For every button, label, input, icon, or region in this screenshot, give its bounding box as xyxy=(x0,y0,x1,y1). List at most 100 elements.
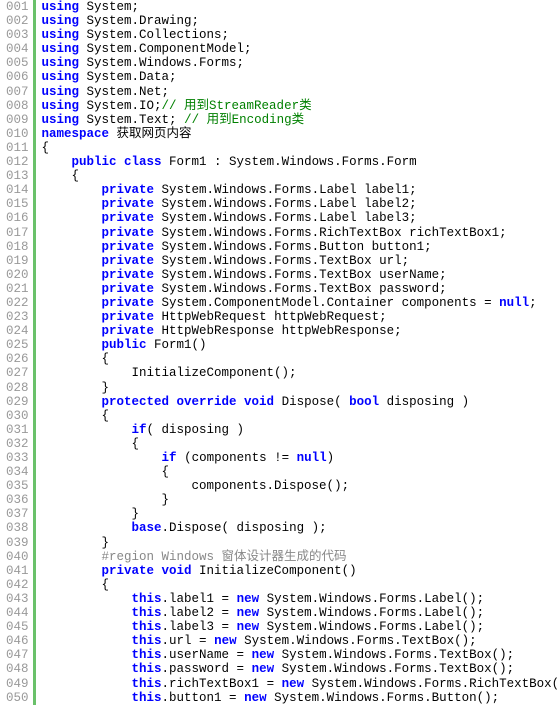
code-text xyxy=(42,592,132,606)
line-number: 013 xyxy=(6,169,29,183)
code-line: #region Windows 窗体设计器生成的代码 xyxy=(42,550,557,564)
keyword: private xyxy=(102,183,155,197)
code-line: private System.Windows.Forms.TextBox use… xyxy=(42,268,557,282)
code-text xyxy=(42,550,102,564)
keyword: using xyxy=(42,14,80,28)
line-number: 031 xyxy=(6,423,29,437)
code-line: namespace 获取网页内容 xyxy=(42,127,557,141)
code-text: { xyxy=(42,578,110,592)
keyword: private xyxy=(102,240,155,254)
keyword: this xyxy=(132,606,162,620)
code-line: using System.Text; // 用到Encoding类 xyxy=(42,113,557,127)
line-number: 034 xyxy=(6,465,29,479)
code-text: System.ComponentModel; xyxy=(79,42,252,56)
code-line: using System; xyxy=(42,0,557,14)
code-text: System.Windows.Forms.Button(); xyxy=(267,691,500,705)
code-line: private void InitializeComponent() xyxy=(42,564,557,578)
code-area: using System;using System.Drawing;using … xyxy=(36,0,557,705)
keyword: private xyxy=(102,282,155,296)
code-text: System; xyxy=(79,0,139,14)
keyword: protected override void xyxy=(102,395,275,409)
code-text: System.Windows.Forms.Label(); xyxy=(259,620,484,634)
line-number: 019 xyxy=(6,254,29,268)
code-line: this.label1 = new System.Windows.Forms.L… xyxy=(42,592,557,606)
line-number: 010 xyxy=(6,127,29,141)
code-line: private System.Windows.Forms.Label label… xyxy=(42,197,557,211)
code-line: } xyxy=(42,507,557,521)
keyword: new xyxy=(282,677,305,691)
keyword: this xyxy=(132,691,162,705)
code-text: System.Windows.Forms.Label label1; xyxy=(154,183,417,197)
code-text: { xyxy=(42,465,170,479)
code-line: private System.Windows.Forms.Label label… xyxy=(42,183,557,197)
code-line: } xyxy=(42,493,557,507)
code-text: System.Windows.Forms.RichTextBox richTex… xyxy=(154,226,507,240)
code-text: ) xyxy=(327,451,335,465)
code-text: Dispose( xyxy=(274,395,349,409)
code-line: { xyxy=(42,409,557,423)
code-text: disposing ) xyxy=(379,395,469,409)
code-text: .url = xyxy=(162,634,215,648)
code-line: { xyxy=(42,141,557,155)
keyword: new xyxy=(237,606,260,620)
keyword: using xyxy=(42,99,80,113)
code-text: Form1() xyxy=(147,338,207,352)
line-number: 026 xyxy=(6,352,29,366)
code-text: { xyxy=(42,141,50,155)
code-text: System.Windows.Forms.TextBox(); xyxy=(237,634,477,648)
line-number: 022 xyxy=(6,296,29,310)
code-text xyxy=(42,310,102,324)
keyword: using xyxy=(42,113,80,127)
code-text: (components != xyxy=(177,451,297,465)
code-text: System.Drawing; xyxy=(79,14,199,28)
code-text: Form1 : System.Windows.Forms.Form xyxy=(162,155,417,169)
line-number: 048 xyxy=(6,662,29,676)
line-number: 015 xyxy=(6,197,29,211)
code-text xyxy=(42,254,102,268)
code-line: using System.ComponentModel; xyxy=(42,42,557,56)
line-number: 003 xyxy=(6,28,29,42)
code-line: this.password = new System.Windows.Forms… xyxy=(42,662,557,676)
code-text xyxy=(42,620,132,634)
code-line: public Form1() xyxy=(42,338,557,352)
line-number: 045 xyxy=(6,620,29,634)
line-number: 014 xyxy=(6,183,29,197)
line-number: 039 xyxy=(6,536,29,550)
line-number: 016 xyxy=(6,211,29,225)
code-text xyxy=(42,648,132,662)
code-line: using System.Windows.Forms; xyxy=(42,56,557,70)
code-text: .Dispose( disposing ); xyxy=(162,521,327,535)
line-number: 001 xyxy=(6,0,29,14)
keyword: null xyxy=(499,296,529,310)
keyword: new xyxy=(237,620,260,634)
code-line: this.userName = new System.Windows.Forms… xyxy=(42,648,557,662)
line-number: 047 xyxy=(6,648,29,662)
code-line: base.Dispose( disposing ); xyxy=(42,521,557,535)
line-number: 038 xyxy=(6,521,29,535)
keyword: using xyxy=(42,85,80,99)
keyword: private void xyxy=(102,564,192,578)
code-text xyxy=(42,634,132,648)
line-number: 009 xyxy=(6,113,29,127)
keyword: null xyxy=(297,451,327,465)
code-text xyxy=(42,211,102,225)
keyword: this xyxy=(132,662,162,676)
keyword: base xyxy=(132,521,162,535)
keyword: new xyxy=(214,634,237,648)
code-text: System.Data; xyxy=(79,70,177,84)
code-line: if (components != null) xyxy=(42,451,557,465)
keyword: private xyxy=(102,254,155,268)
line-number: 024 xyxy=(6,324,29,338)
code-text: HttpWebResponse httpWebResponse; xyxy=(154,324,402,338)
code-text: System.ComponentModel.Container componen… xyxy=(154,296,499,310)
code-text xyxy=(42,521,132,535)
code-text: System.Collections; xyxy=(79,28,229,42)
code-text xyxy=(42,296,102,310)
keyword: using xyxy=(42,0,80,14)
line-number: 040 xyxy=(6,550,29,564)
code-text xyxy=(42,395,102,409)
code-line: protected override void Dispose( bool di… xyxy=(42,395,557,409)
code-text: System.Windows.Forms.Label(); xyxy=(259,606,484,620)
keyword: private xyxy=(102,211,155,225)
code-line: } xyxy=(42,381,557,395)
